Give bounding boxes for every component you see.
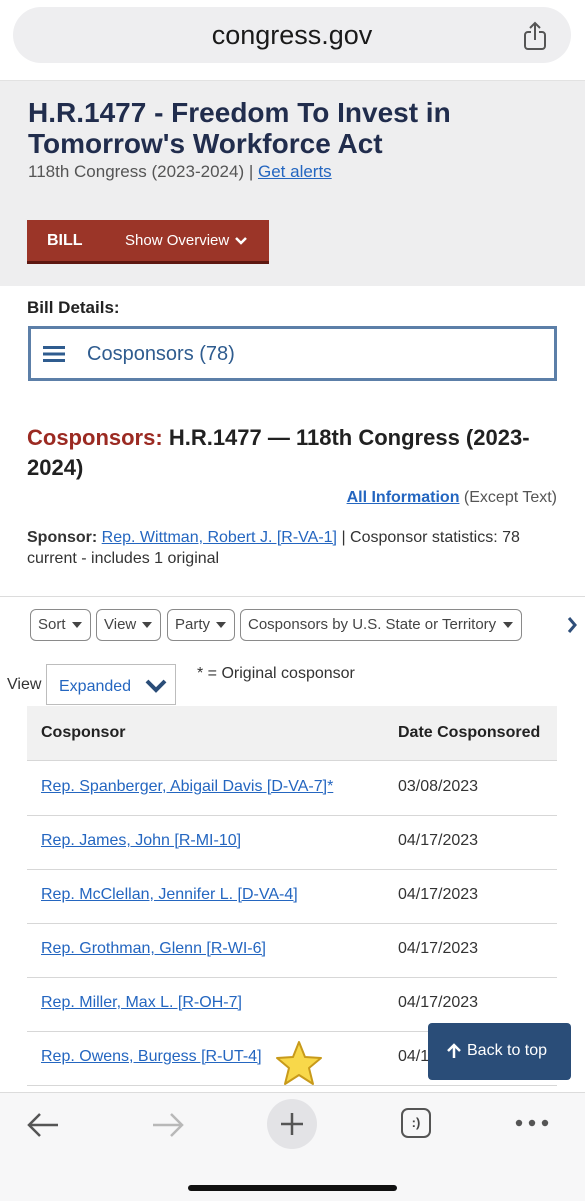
cosponsor-date: 04/17/2023 [398, 886, 479, 903]
view-mode-select[interactable]: Expanded [46, 664, 176, 705]
get-alerts-link[interactable]: Get alerts [258, 162, 332, 181]
bill-overview-bar[interactable]: BILL Show Overview [27, 220, 269, 264]
caret-down-icon [216, 622, 226, 628]
new-tab-button[interactable] [267, 1099, 317, 1149]
all-information-link[interactable]: All Information [347, 489, 460, 506]
all-information: All Information (Except Text) [347, 489, 557, 507]
show-overview-button[interactable]: Show Overview [125, 232, 229, 249]
chevron-down-icon [235, 237, 247, 245]
url-text[interactable]: congress.gov [13, 20, 571, 51]
table-row: Rep. James, John [R-MI-10] 04/17/2023 [27, 815, 557, 870]
bill-label: BILL [47, 232, 83, 249]
bill-details-select[interactable]: Cosponsors (78) [28, 326, 557, 381]
column-header-cosponsor[interactable]: Cosponsor [41, 724, 125, 742]
arrow-up-icon [447, 1043, 461, 1058]
address-bar[interactable]: congress.gov [13, 7, 571, 63]
home-indicator [188, 1185, 397, 1191]
chevron-right-icon[interactable] [566, 616, 578, 634]
chevron-down-icon [145, 679, 167, 693]
cosponsor-link[interactable]: Rep. McClellan, Jennifer L. [D-VA-4] [41, 886, 298, 904]
bill-header: H.R.1477 - Freedom To Invest in Tomorrow… [0, 81, 585, 286]
star-icon [276, 1041, 322, 1085]
share-icon[interactable] [521, 21, 549, 51]
view-label: View [7, 676, 42, 693]
sponsor-info: Sponsor: Rep. Wittman, Robert J. [R-VA-1… [27, 527, 557, 569]
forward-arrow-icon[interactable] [151, 1111, 185, 1139]
more-icon[interactable] [515, 1119, 549, 1127]
state-dropdown[interactable]: Cosponsors by U.S. State or Territory [240, 609, 522, 641]
sponsor-link[interactable]: Rep. Wittman, Robert J. [R-VA-1] [102, 529, 337, 546]
divider [0, 596, 585, 597]
original-cosponsor-note: * = Original cosponsor [197, 665, 355, 682]
view-mode-value: Expanded [59, 678, 132, 695]
cosponsor-date: 04/17/2023 [398, 832, 479, 849]
table-header: Cosponsor Date Cosponsored [27, 706, 557, 761]
cosponsor-link[interactable]: Rep. Miller, Max L. [R-OH-7] [41, 994, 242, 1012]
caret-down-icon [72, 622, 82, 628]
cosponsor-link[interactable]: Rep. Grothman, Glenn [R-WI-6] [41, 940, 266, 958]
congress-label: 118th Congress (2023-2024) [28, 162, 245, 181]
cosponsor-link[interactable]: Rep. Spanberger, Abigail Davis [D-VA-7]* [41, 778, 333, 796]
cosponsor-link[interactable]: Rep. Owens, Burgess [R-UT-4] [41, 1048, 262, 1066]
sort-label: Sort [38, 616, 66, 633]
caret-down-icon [503, 622, 513, 628]
state-label: Cosponsors by U.S. State or Territory [248, 616, 497, 633]
column-header-date[interactable]: Date Cosponsored [398, 724, 540, 742]
menu-icon [43, 346, 65, 362]
sponsor-label: Sponsor: [27, 529, 98, 546]
party-label: Party [175, 616, 211, 633]
party-dropdown[interactable]: Party [167, 609, 235, 641]
back-arrow-icon[interactable] [26, 1111, 60, 1139]
view-label: View [104, 616, 137, 633]
cosponsor-link[interactable]: Rep. James, John [R-MI-10] [41, 832, 241, 850]
caret-down-icon [142, 622, 152, 628]
back-to-top-button[interactable]: Back to top [428, 1023, 571, 1080]
cosponsor-date: 04/17/2023 [398, 940, 479, 957]
bill-details-value: Cosponsors (78) [87, 343, 235, 365]
bill-details-label: Bill Details: [27, 298, 120, 317]
page-title: H.R.1477 - Freedom To Invest in Tomorrow… [28, 97, 451, 159]
congress-info: 118th Congress (2023-2024) | Get alerts [28, 162, 332, 182]
table-row: Rep. Grothman, Glenn [R-WI-6] 04/17/2023 [27, 923, 557, 978]
tabs-icon[interactable]: :) [401, 1108, 431, 1138]
view-dropdown[interactable]: View [96, 609, 161, 641]
all-information-suffix: (Except Text) [463, 489, 557, 506]
sort-dropdown[interactable]: Sort [30, 609, 91, 641]
table-row: Rep. McClellan, Jennifer L. [D-VA-4] 04/1… [27, 869, 557, 924]
browser-address-area: congress.gov [0, 0, 585, 81]
back-to-top-label: Back to top [467, 1042, 548, 1059]
browser-toolbar: :) [0, 1092, 585, 1201]
separator: | [244, 162, 258, 181]
plus-icon [281, 1113, 303, 1135]
cosponsor-date: 03/08/2023 [398, 778, 479, 795]
cosponsor-date: 04/17/2023 [398, 994, 479, 1011]
table-row: Rep. Spanberger, Abigail Davis [D-VA-7]*… [27, 761, 557, 816]
cosponsors-heading-prefix: Cosponsors: [27, 425, 163, 450]
cosponsors-heading: Cosponsors: H.R.1477 — 118th Congress (2… [27, 423, 547, 483]
